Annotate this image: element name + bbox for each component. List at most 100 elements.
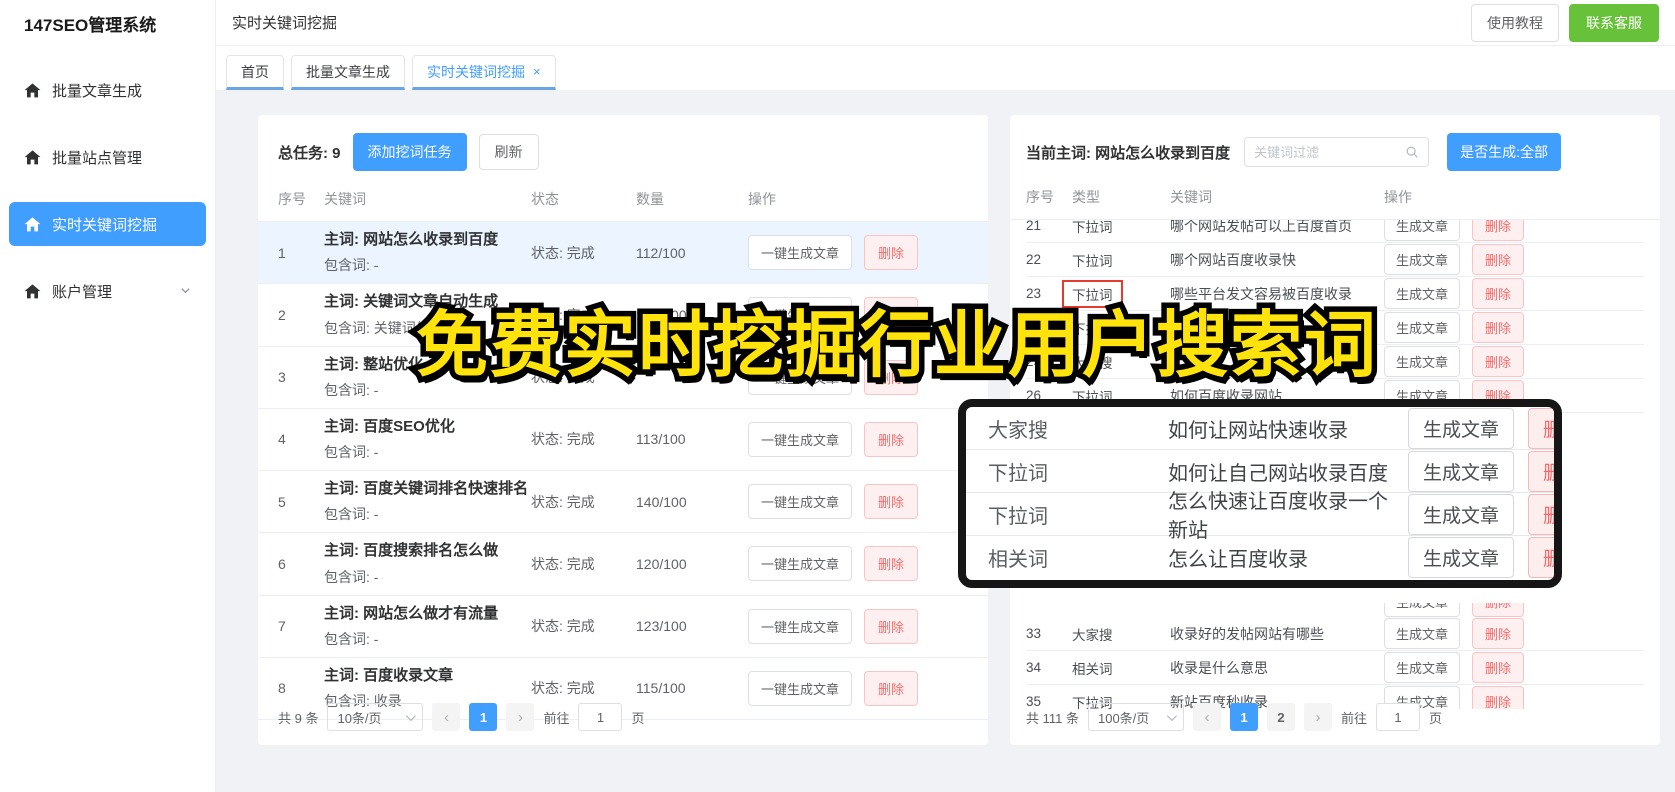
generate-articles-button[interactable]: 一键生成文章 [748, 546, 853, 582]
row-type: 大家搜 [988, 419, 1048, 442]
promo-banner-text: 免费实时挖掘行业用户搜索词 [416, 286, 1378, 391]
contact-support-button[interactable]: 联系客服 [1569, 3, 1659, 42]
delete-button[interactable]: 删除 [1472, 312, 1525, 343]
include-words: 包含词: - [324, 444, 379, 460]
delete-button[interactable]: 删除 [864, 670, 919, 706]
delete-button[interactable]: 删除 [1472, 346, 1525, 377]
delete-button[interactable]: 删除 [1472, 618, 1525, 649]
current-main-word-label: 当前主词: 网站怎么收录到百度 [1026, 144, 1231, 162]
main-keyword: 主词: 百度收录文章 [324, 666, 454, 684]
include-words: 包含词: - [324, 506, 379, 523]
generate-articles-button[interactable]: 一键生成文章 [748, 484, 853, 520]
table-row: 21 下拉词 哪个网站发帖可以上百度首页 生成文章 删除 [1026, 220, 1644, 243]
delete-button[interactable]: 删除 [1527, 537, 1554, 578]
page-number[interactable]: 1 [1229, 703, 1258, 731]
delete-button[interactable]: 删除 [864, 235, 919, 271]
tasks-toolbar: 总任务: 9 添加挖词任务 刷新 [278, 133, 968, 171]
delete-button[interactable]: 删除 [864, 484, 919, 520]
sidebar-item[interactable]: 批量文章生成 [9, 68, 206, 112]
row-keyword: 怎么让百度收录 [1168, 549, 1308, 571]
col-keyword: 关键词 [1170, 189, 1212, 205]
delete-button[interactable]: 删除 [1472, 652, 1525, 683]
app-logo: 147SEO管理系统 [24, 15, 157, 35]
generate-article-button[interactable]: 生成文章 [1384, 652, 1461, 683]
keywords-table-header: 序号 类型 关键词 操作 [1010, 187, 1660, 220]
prev-page-button[interactable]: ‹ [432, 703, 461, 731]
generate-article-button[interactable]: 生成文章 [1384, 278, 1461, 309]
tasks-pagination: 共 9 条 10条/页 ‹ 1 › 前往 页 [278, 703, 645, 731]
generate-article-button[interactable]: 生成文章 [1384, 220, 1461, 241]
row-type: 下拉词 [1072, 220, 1170, 236]
generate-articles-button[interactable]: 一键生成文章 [748, 670, 853, 706]
tasks-panel: 总任务: 9 添加挖词任务 刷新 序号 关键词 状态 数量 操作 1 主词: 网… [258, 115, 988, 745]
chevron-down-icon [1166, 710, 1177, 721]
sidebar-item[interactable]: 实时关键词挖掘 [9, 202, 206, 246]
sidebar-item[interactable]: 批量站点管理 [9, 135, 206, 179]
table-row: 6 主词: 百度搜索排名怎么做 包含词: - 状态: 完成 120/100 一键… [258, 533, 988, 596]
goto-page-input[interactable] [1376, 703, 1420, 731]
delete-button[interactable]: 删除 [864, 546, 919, 582]
tab[interactable]: 批量文章生成 [291, 55, 405, 90]
delete-button[interactable]: 删除 [1472, 278, 1525, 309]
tasks-table-header: 序号 关键词 状态 数量 操作 [258, 189, 988, 222]
page-size-value: 10条/页 [337, 710, 382, 726]
prev-page-button[interactable]: ‹ [1192, 703, 1221, 731]
include-words: 包含词: - [324, 568, 379, 585]
page-size-select[interactable]: 100条/页 [1087, 703, 1184, 731]
col-actions: 操作 [748, 191, 776, 207]
row-status: 状态: 完成 [531, 555, 595, 572]
delete-button[interactable]: 删除 [1527, 407, 1554, 449]
page-number[interactable]: 1 [469, 703, 498, 731]
page-size-select[interactable]: 10条/页 [327, 703, 424, 731]
keyword-filter-field [1244, 137, 1430, 167]
table-row: 1 主词: 网站怎么收录到百度 包含词: - 状态: 完成 112/100 一键… [258, 222, 988, 285]
generate-article-button[interactable]: 生成文章 [1384, 618, 1461, 649]
generate-article-button[interactable]: 生成文章 [1384, 346, 1461, 377]
tab[interactable]: 实时关键词挖掘 × [412, 55, 556, 90]
table-row: 7 主词: 网站怎么做才有流量 包含词: - 状态: 完成 123/100 一键… [258, 596, 988, 658]
delete-button[interactable]: 删除 [1472, 244, 1525, 275]
sidebar-item-label: 实时关键词挖掘 [52, 216, 158, 234]
delete-button[interactable]: 删除 [1472, 603, 1525, 617]
next-page-button[interactable]: › [506, 703, 535, 731]
generate-article-button[interactable]: 生成文章 [1407, 537, 1514, 578]
generate-articles-button[interactable]: 一键生成文章 [748, 421, 853, 457]
row-index: 2 [278, 306, 286, 323]
generate-articles-button[interactable]: 一键生成文章 [748, 608, 853, 644]
delete-button[interactable]: 删除 [1527, 450, 1554, 492]
delete-button[interactable]: 删除 [1527, 493, 1554, 535]
generate-article-button[interactable]: 生成文章 [1407, 493, 1514, 535]
row-type: 相关词 [1072, 661, 1113, 677]
goto-label: 前往 [543, 710, 570, 726]
generate-article-button[interactable]: 生成文章 [1384, 312, 1461, 343]
goto-page-input[interactable] [578, 703, 623, 731]
include-words: 包含词: - [324, 630, 379, 647]
generate-filter-button[interactable]: 是否生成:全部 [1447, 133, 1562, 171]
generate-article-button[interactable]: 生成文章 [1407, 450, 1514, 492]
main-keyword: 主词: 网站怎么做才有流量 [324, 604, 499, 622]
delete-button[interactable]: 删除 [864, 608, 919, 644]
delete-button[interactable]: 删除 [1472, 686, 1525, 709]
keyword-filter-input[interactable] [1254, 144, 1400, 160]
chevron-down-icon [406, 710, 417, 721]
generate-article-button[interactable]: 生成文章 [1384, 244, 1461, 275]
delete-button[interactable]: 删除 [1472, 220, 1525, 241]
page-number[interactable]: 2 [1266, 703, 1295, 731]
generate-article-button[interactable]: 生成文章 [1407, 407, 1514, 449]
generate-articles-button[interactable]: 一键生成文章 [748, 235, 853, 271]
add-task-button[interactable]: 添加挖词任务 [352, 133, 467, 171]
row-index: 7 [278, 618, 286, 635]
next-page-button[interactable]: › [1303, 703, 1332, 731]
delete-button[interactable]: 删除 [864, 421, 919, 457]
row-keyword-cell: 主词: 百度关键词排名快速排名 包含词: - [324, 479, 531, 524]
sidebar-item[interactable]: 账户管理 [9, 269, 206, 313]
refresh-button[interactable]: 刷新 [478, 134, 539, 170]
generate-article-button[interactable]: 生成文章 [1384, 603, 1461, 617]
page-size-value: 100条/页 [1097, 710, 1150, 726]
col-status: 状态 [531, 191, 559, 207]
tab[interactable]: 首页 [226, 55, 284, 90]
tutorial-button[interactable]: 使用教程 [1471, 3, 1559, 42]
close-icon[interactable]: × [533, 64, 541, 79]
row-actions: 生成文章 删除 [1384, 652, 1644, 683]
row-keyword: 如何让网站快速收录 [1168, 419, 1348, 442]
